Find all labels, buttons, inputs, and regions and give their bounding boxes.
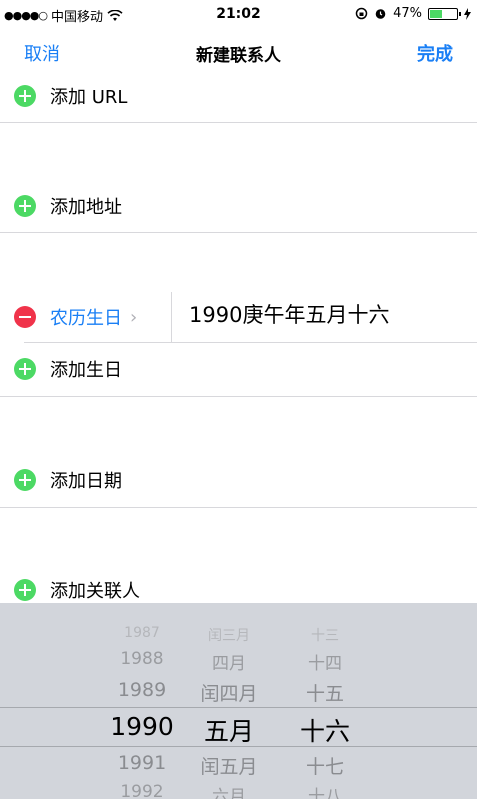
add-date-row[interactable]: 添加日期: [0, 455, 477, 505]
picker-month-option[interactable]: 闰三月: [184, 625, 274, 645]
add-birthday-label: 添加生日: [50, 360, 122, 381]
remove-lunar-birthday-minus-icon[interactable]: [14, 306, 36, 328]
page-title: 新建联系人: [196, 46, 281, 66]
picker-year-option[interactable]: 1991: [100, 752, 184, 774]
lunar-birthday-label-button[interactable]: 农历生日: [50, 304, 122, 330]
add-date-plus-icon[interactable]: [14, 469, 36, 491]
divider: [0, 232, 477, 233]
divider: [24, 342, 477, 343]
divider: [0, 507, 477, 508]
status-bar: ●●●●○ 中国移动 21:02 47%: [0, 0, 477, 30]
lunar-date-picker[interactable]: 1987 1988 1989 1990 1991 1992 闰三月 四月 闰四月…: [0, 603, 477, 799]
done-button[interactable]: 完成: [417, 40, 453, 66]
picker-day-option[interactable]: 十四: [280, 649, 370, 674]
alarm-icon: [375, 9, 386, 19]
add-url-label: 添加 URL: [50, 87, 128, 108]
battery-icon: [428, 7, 461, 20]
picker-month-option[interactable]: 闰四月: [184, 679, 274, 706]
picker-day-option[interactable]: 十八: [280, 782, 370, 799]
battery-fill: [430, 9, 442, 18]
picker-year-option[interactable]: 1992: [100, 782, 184, 799]
add-birthday-plus-icon[interactable]: [14, 358, 36, 380]
bolt-icon: [464, 7, 471, 20]
add-birthday-row[interactable]: 添加生日: [0, 344, 477, 394]
picker-day-option[interactable]: 十七: [280, 752, 370, 779]
picker-month-option[interactable]: 闰五月: [184, 752, 274, 779]
picker-year-option[interactable]: 1987: [100, 625, 184, 641]
divider: [0, 396, 477, 397]
add-address-label: 添加地址: [50, 197, 122, 218]
battery-percentage: 47%: [393, 6, 422, 21]
add-related-plus-icon[interactable]: [14, 579, 36, 601]
picker-day-option[interactable]: 十五: [280, 679, 370, 706]
nav-bar: 取消 新建联系人 完成: [0, 30, 477, 74]
picker-year-option[interactable]: 1989: [100, 679, 184, 701]
picker-day-option[interactable]: 十三: [280, 625, 370, 645]
vertical-divider: [171, 292, 172, 342]
add-related-label: 添加关联人: [50, 581, 140, 602]
add-date-label: 添加日期: [50, 471, 122, 492]
picker-year-selected[interactable]: 1990: [100, 712, 184, 741]
rotation-lock-icon: [355, 7, 368, 20]
add-url-row[interactable]: 添加 URL: [0, 71, 477, 121]
picker-month-option[interactable]: 四月: [184, 649, 274, 674]
chevron-right-icon[interactable]: ›: [130, 307, 137, 328]
lunar-birthday-value[interactable]: 1990庚午年五月十六: [189, 299, 389, 329]
divider: [0, 122, 477, 123]
picker-day-selected[interactable]: 十六: [280, 712, 370, 748]
add-url-plus-icon[interactable]: [14, 85, 36, 107]
add-address-row[interactable]: 添加地址: [0, 181, 477, 231]
picker-month-selected[interactable]: 五月: [184, 712, 274, 748]
picker-month-option[interactable]: 六月: [184, 782, 274, 799]
add-address-plus-icon[interactable]: [14, 195, 36, 217]
picker-year-option[interactable]: 1988: [100, 649, 184, 669]
